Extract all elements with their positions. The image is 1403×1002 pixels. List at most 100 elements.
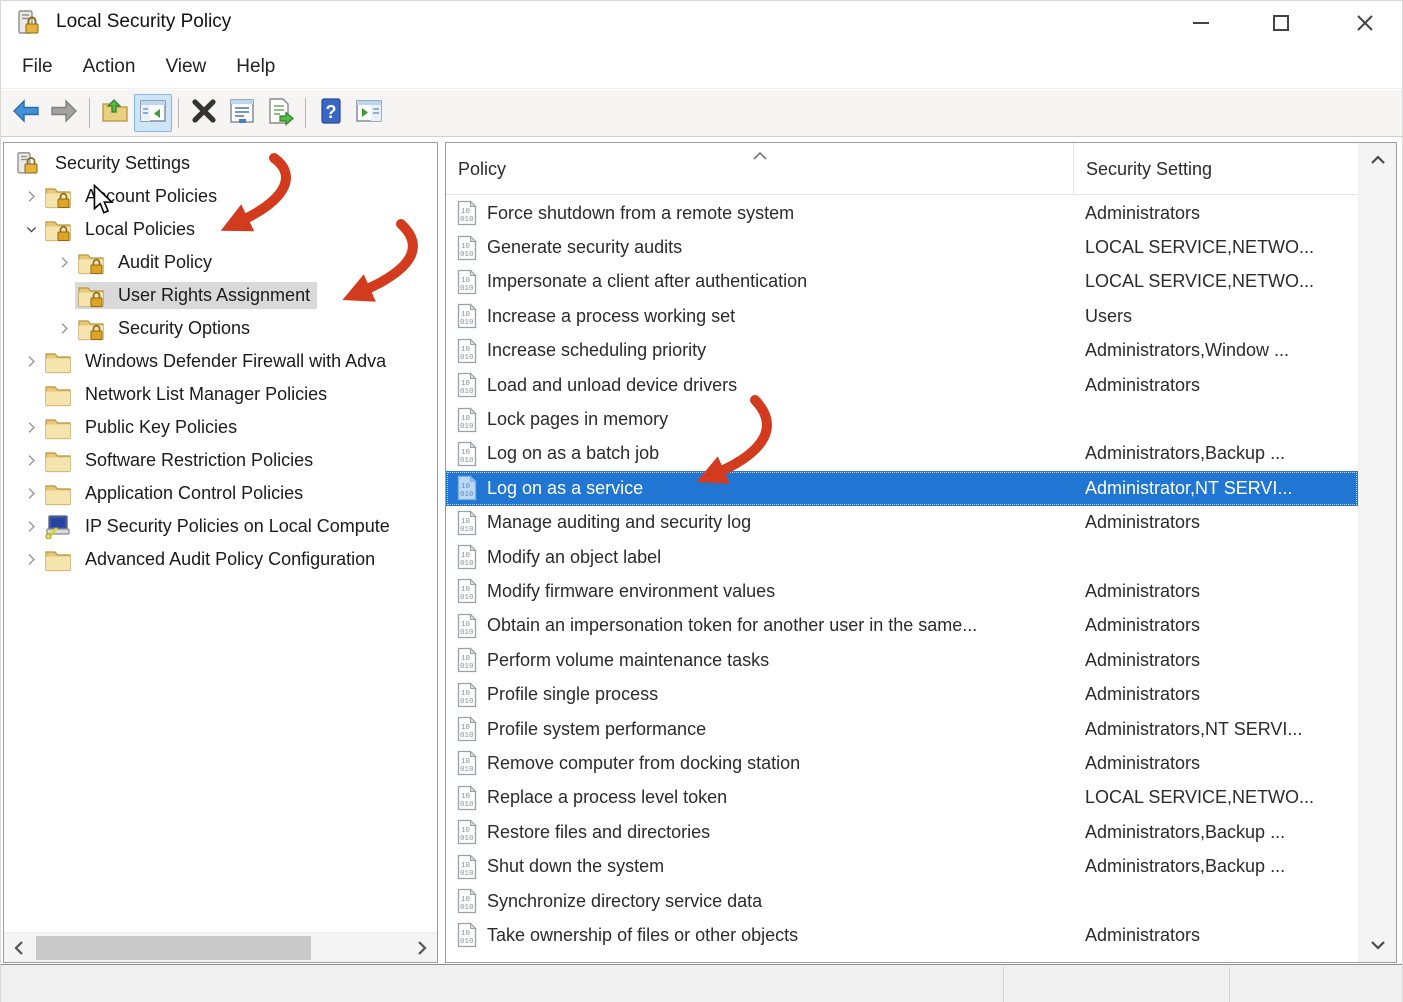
scroll-right-icon[interactable] <box>407 933 437 962</box>
policy-row-restore-files-and-directories[interactable]: 10 010 Restore files and directories Admini… <box>446 815 1358 849</box>
tree-item-label: Advanced Audit Policy Configuration <box>85 549 376 569</box>
tree-scrollbar-thumb[interactable] <box>36 936 311 960</box>
ipsec-computer-icon <box>44 514 72 540</box>
policy-row-modify-an-object-label[interactable]: 10 010 Modify an object label <box>446 540 1358 574</box>
chevron-right-icon[interactable] <box>20 516 42 538</box>
policy-row-increase-a-process-working-set[interactable]: 10 010 Increase a process working set Users <box>446 299 1358 333</box>
policy-name: Manage auditing and security log <box>487 512 752 533</box>
policy-row-log-on-as-a-service[interactable]: 10 010 Log on as a service Administrator,NT… <box>446 471 1358 506</box>
security-setting-value: Administrators <box>1085 512 1201 533</box>
policy-name: Force shutdown from a remote system <box>487 202 795 223</box>
chevron-right-icon[interactable] <box>20 186 42 208</box>
svg-text:10: 10 <box>461 243 471 251</box>
tree-item-public-key-policies[interactable]: Public Key Policies <box>4 411 437 444</box>
policy-doc-icon: 10 010 <box>456 681 478 708</box>
show-hide-action-pane-icon <box>354 96 384 131</box>
svg-text:10: 10 <box>461 930 471 938</box>
security-setting-value: Administrators <box>1085 580 1201 601</box>
up-one-level-button[interactable] <box>96 94 134 132</box>
tree-horizontal-scrollbar[interactable] <box>4 932 437 962</box>
column-header-security-setting[interactable]: Security Setting <box>1074 143 1358 195</box>
policy-doc-icon: 10 010 <box>456 853 478 880</box>
tree-item-local-policies[interactable]: Local Policies <box>4 213 437 246</box>
menu-help[interactable]: Help <box>221 50 290 84</box>
policy-row-shut-down-the-system[interactable]: 10 010 Shut down the system Administrators,… <box>446 849 1358 883</box>
properties-icon <box>227 96 257 131</box>
show-hide-action-pane-button[interactable] <box>350 94 388 132</box>
policy-row-modify-firmware-environment-values[interactable]: 10 010 Modify firmware environment values A… <box>446 574 1358 608</box>
forward-button[interactable] <box>45 94 83 132</box>
list-vertical-scrollbar[interactable] <box>1358 143 1396 962</box>
tree-item-network-list-manager-policies[interactable]: Network List Manager Policies <box>4 378 437 411</box>
tree-item-content: Software Restriction Policies <box>42 447 320 474</box>
back-button[interactable] <box>7 94 45 132</box>
policy-name: Lock pages in memory <box>487 409 669 430</box>
menu-file[interactable]: File <box>7 50 68 84</box>
chevron-right-icon[interactable] <box>20 549 42 571</box>
policy-doc-icon: 10 010 <box>456 406 478 433</box>
policy-row-obtain-an-impersonation-token-for-another-user-in-the-same[interactable]: 10 010 Obtain an impersonation token for a… <box>446 609 1358 643</box>
policy-row-generate-security-audits[interactable]: 10 010 Generate security audits LOCAL SERVI… <box>446 230 1358 264</box>
tree-item-account-policies[interactable]: Account Policies <box>4 180 437 213</box>
policy-row-log-on-as-a-batch-job[interactable]: 10 010 Log on as a batch job Administrators… <box>446 437 1358 471</box>
tree-item-user-rights-assignment[interactable]: User Rights Assignment <box>4 279 437 312</box>
tree-item-content: Application Control Policies <box>42 480 310 507</box>
policy-row-load-and-unload-device-drivers[interactable]: 10 010 Load and unload device drivers Admin… <box>446 368 1358 402</box>
chevron-right-icon[interactable] <box>53 318 75 340</box>
chevron-right-icon[interactable] <box>20 417 42 439</box>
scroll-down-icon[interactable] <box>1359 928 1396 962</box>
security-setting-value: Administrators,Backup ... <box>1085 856 1286 877</box>
policy-row-impersonate-a-client-after-authentication[interactable]: 10 010 Impersonate a client after authenti… <box>446 265 1358 299</box>
policy-row-synchronize-directory-service-data[interactable]: 10 010 Synchronize directory service data <box>446 884 1358 918</box>
folder-lock-icon <box>44 185 72 209</box>
close-button[interactable] <box>1337 1 1393 45</box>
chevron-right-icon[interactable] <box>53 252 75 274</box>
tree-item-software-restriction-policies[interactable]: Software Restriction Policies <box>4 444 437 477</box>
minimize-button[interactable] <box>1173 1 1229 45</box>
policy-row-lock-pages-in-memory[interactable]: 10 010 Lock pages in memory <box>446 402 1358 436</box>
sort-ascending-icon <box>752 145 768 160</box>
tree-item-application-control-policies[interactable]: Application Control Policies <box>4 477 437 510</box>
export-list-button[interactable] <box>261 94 299 132</box>
column-header-policy[interactable]: Policy <box>446 143 1074 195</box>
chevron-right-icon[interactable] <box>20 483 42 505</box>
scroll-up-icon[interactable] <box>1359 143 1396 177</box>
tree-item-audit-policy[interactable]: Audit Policy <box>4 246 437 279</box>
tree-item-label: Audit Policy <box>118 252 213 272</box>
tree-item-security-options[interactable]: Security Options <box>4 312 437 345</box>
chevron-right-icon[interactable] <box>20 450 42 472</box>
menu-action[interactable]: Action <box>68 50 151 84</box>
security-setting-value: LOCAL SERVICE,NETWO... <box>1085 787 1315 808</box>
tree-item-label: Windows Defender Firewall with Adva <box>85 351 387 371</box>
policy-row-increase-scheduling-priority[interactable]: 10 010 Increase scheduling priority Adminis… <box>446 334 1358 368</box>
policy-row-profile-system-performance[interactable]: 10 010 Profile system performance Administr… <box>446 712 1358 746</box>
up-one-level-icon <box>100 96 130 131</box>
policy-row-force-shutdown-from-a-remote-system[interactable]: 10 010 Force shutdown from a remote system… <box>446 196 1358 230</box>
menu-view[interactable]: View <box>150 50 221 84</box>
help-button[interactable]: ? <box>312 94 350 132</box>
security-setting-value: Administrators <box>1085 615 1201 636</box>
chevron-down-icon[interactable] <box>20 219 42 241</box>
tree-item-advanced-audit-policy-configuration[interactable]: Advanced Audit Policy Configuration <box>4 543 437 576</box>
chevron-right-icon[interactable] <box>20 351 42 373</box>
policy-row-replace-a-process-level-token[interactable]: 10 010 Replace a process level token LOCAL … <box>446 781 1358 815</box>
properties-button[interactable] <box>223 94 261 132</box>
policy-name: Remove computer from docking station <box>487 752 801 773</box>
policy-name: Replace a process level token <box>487 787 728 808</box>
policy-row-manage-auditing-and-security-log[interactable]: 10 010 Manage auditing and security log Adm… <box>446 506 1358 540</box>
tree-item-security-settings[interactable]: Security Settings <box>4 147 437 180</box>
policy-row-perform-volume-maintenance-tasks[interactable]: 10 010 Perform volume maintenance tasks Adm… <box>446 643 1358 677</box>
policy-name: Profile single process <box>487 684 659 705</box>
svg-text:010: 010 <box>460 870 474 878</box>
maximize-button[interactable] <box>1253 1 1309 45</box>
show-hide-console-tree-button[interactable] <box>134 94 172 132</box>
tree-item-content: IP Security Policies on Local Compute <box>42 513 397 540</box>
policy-row-take-ownership-of-files-or-other-objects[interactable]: 10 010 Take ownership of files or other ob… <box>446 918 1358 952</box>
folder-icon <box>44 383 72 407</box>
policy-row-profile-single-process[interactable]: 10 010 Profile single process Administrator… <box>446 677 1358 711</box>
policy-row-remove-computer-from-docking-station[interactable]: 10 010 Remove computer from docking statio… <box>446 746 1358 780</box>
tree-item-windows-defender-firewall-with-adva[interactable]: Windows Defender Firewall with Adva <box>4 345 437 378</box>
delete-button[interactable] <box>185 94 223 132</box>
scroll-left-icon[interactable] <box>4 933 34 962</box>
tree-item-ip-security-policies-on-local-compute[interactable]: IP Security Policies on Local Compute <box>4 510 437 543</box>
